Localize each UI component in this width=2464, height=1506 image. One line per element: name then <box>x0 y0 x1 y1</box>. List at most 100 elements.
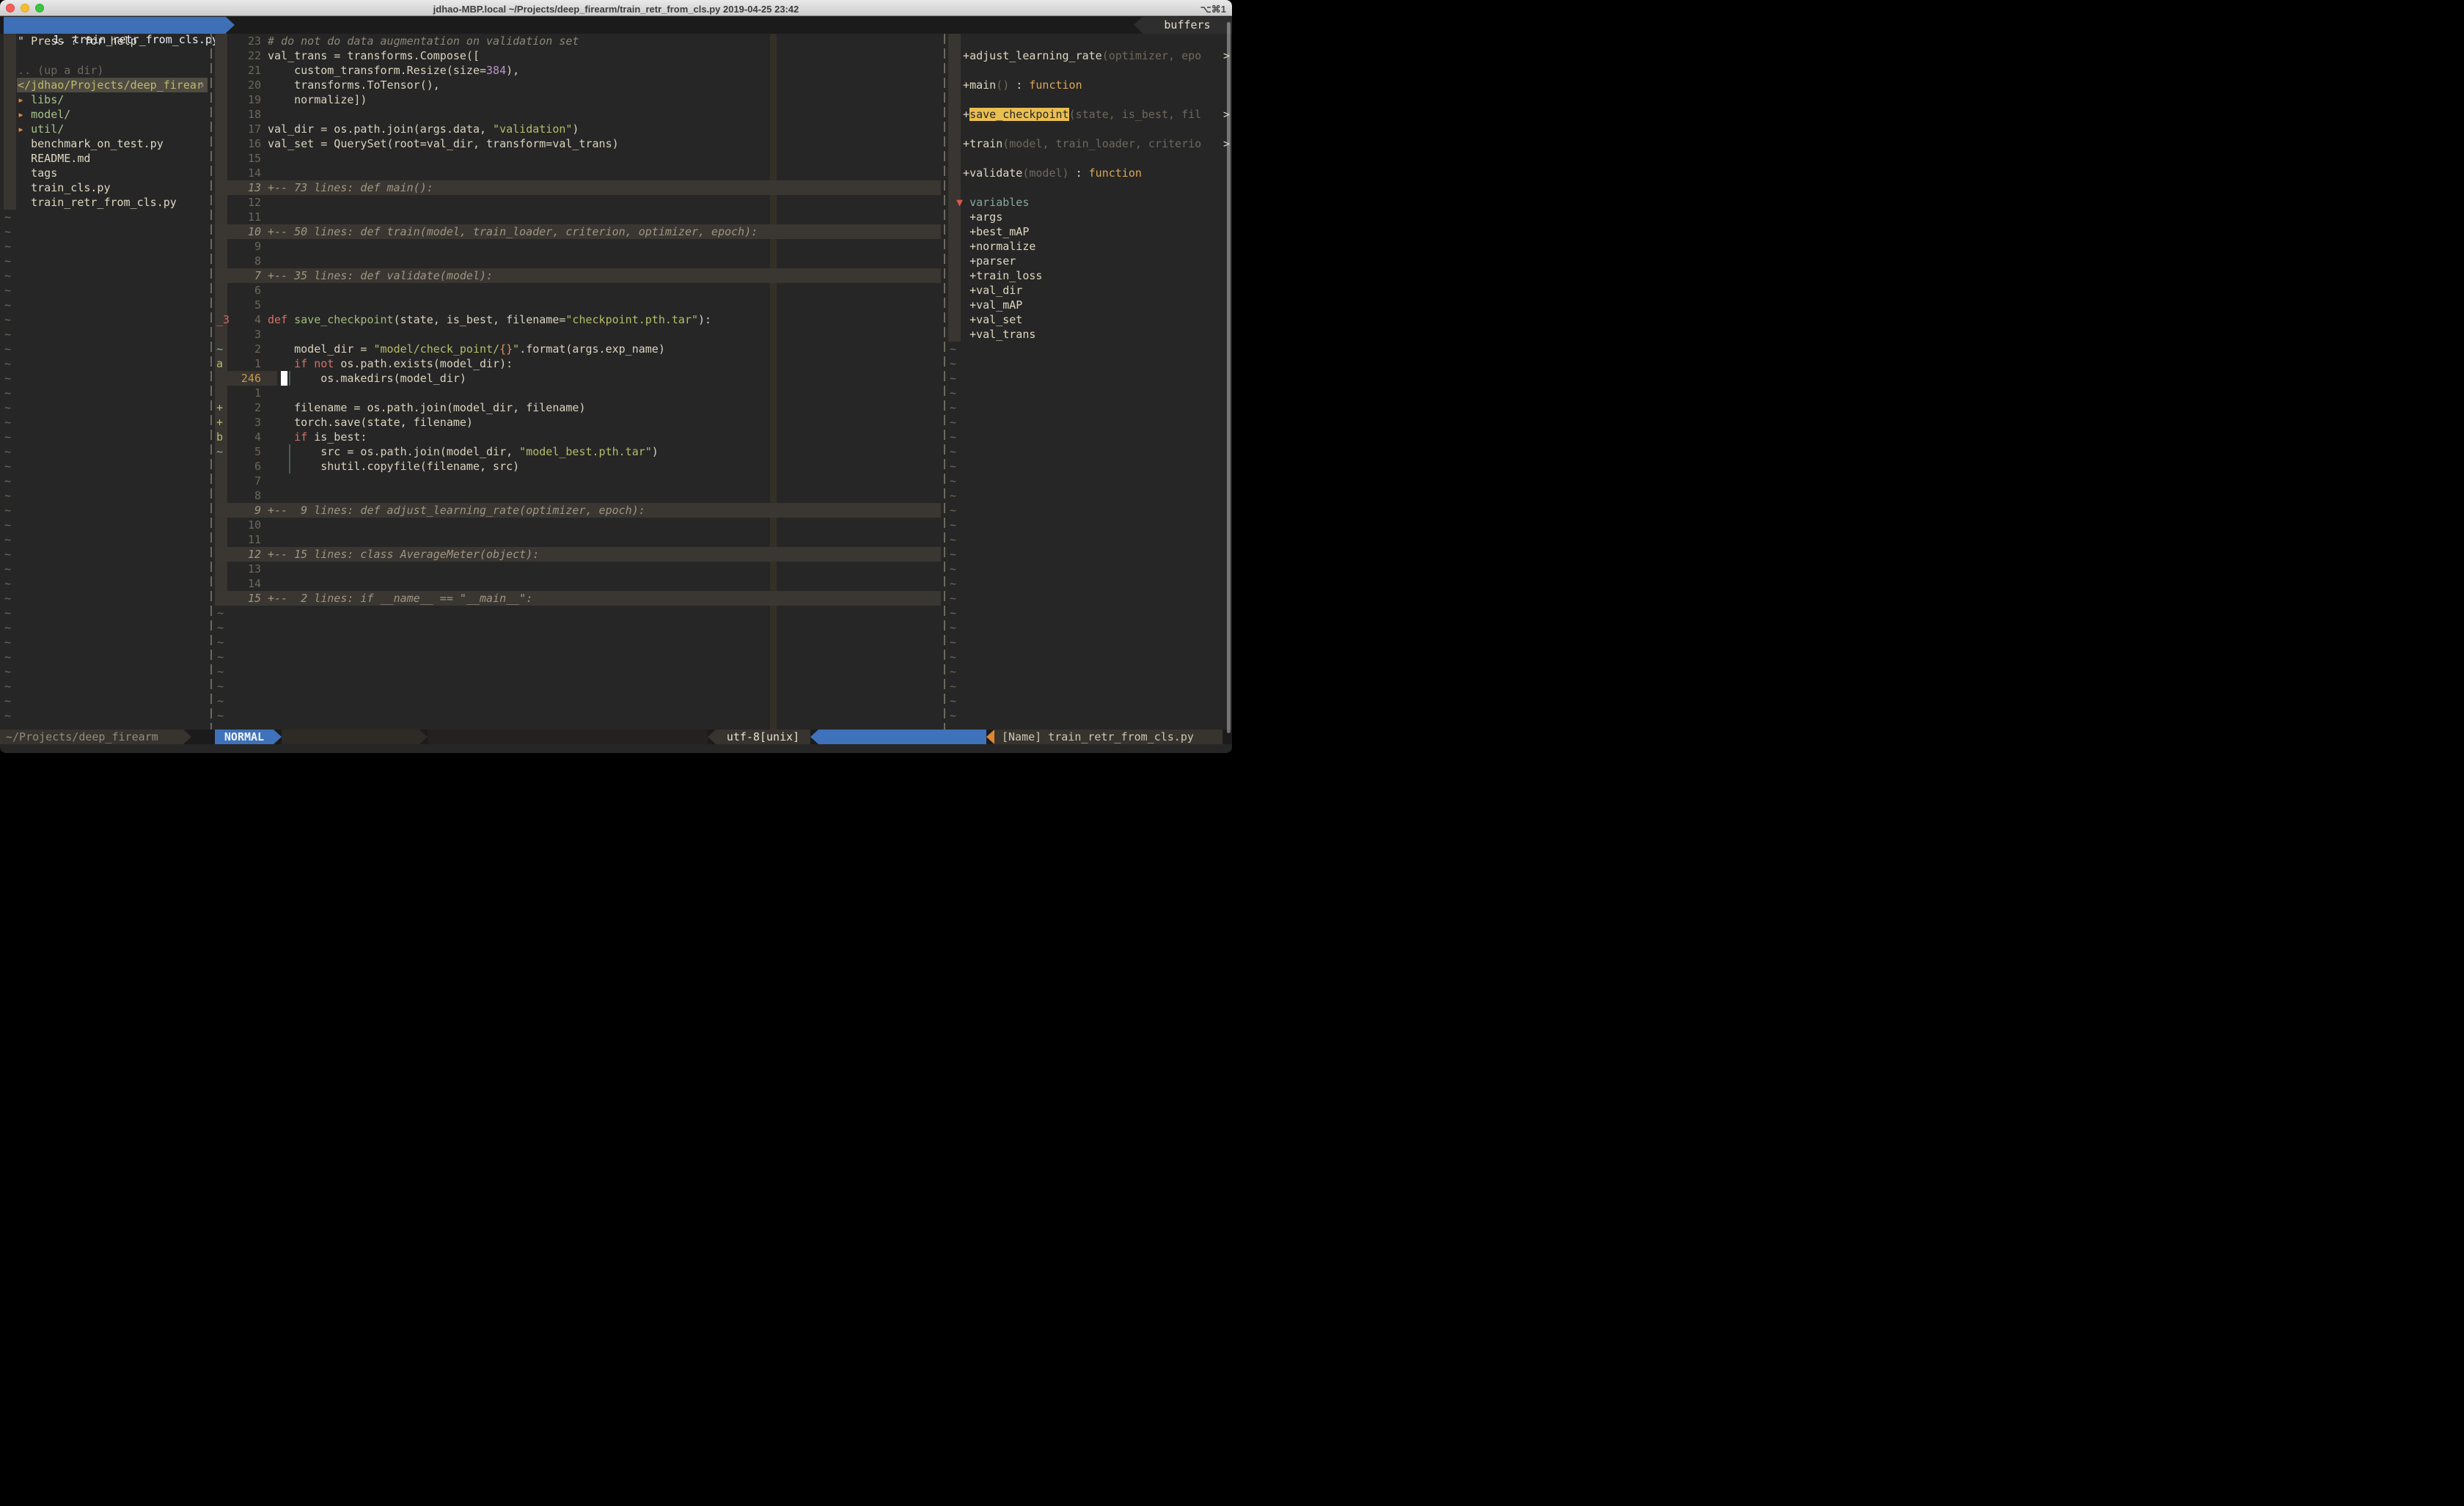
empty-line-tilde: ~ <box>948 620 1232 635</box>
empty-line-tilde: ~ <box>948 356 1232 371</box>
code-line[interactable]: 11 <box>215 210 941 224</box>
tagbar-item[interactable]: +adjust_learning_rate(optimizer, epo> <box>948 48 1232 63</box>
empty-line-tilde: ~ <box>948 679 1232 694</box>
tab-train-retr-from-cls[interactable]: 1. train_retr_from_cls.py <box>4 17 226 34</box>
tagbar-item[interactable]: +main() : function <box>948 78 1232 92</box>
window-title: jdhao-MBP.local ~/Projects/deep_firearm/… <box>0 2 1232 17</box>
code-line[interactable]: 18 <box>215 107 941 122</box>
empty-line-tilde: ~ <box>0 708 208 723</box>
scrollbar-thumb[interactable] <box>1227 22 1231 733</box>
empty-line-tilde: ~ <box>948 488 1232 503</box>
tree-item[interactable]: benchmark_on_test.py <box>0 136 208 151</box>
code-line[interactable]: 5 <box>215 298 941 312</box>
tagbar-kind-header[interactable]: ▼ variables <box>948 195 1232 210</box>
code-line[interactable]: 19 normalize]) <box>215 92 941 107</box>
tree-item[interactable]: " Press ? for help <box>0 34 208 48</box>
empty-line-tilde: ~ <box>0 444 208 459</box>
empty-line-tilde: ~ <box>0 547 208 562</box>
tagbar-item[interactable]: +parser <box>948 254 1232 268</box>
code-line[interactable]: 17val_dir = os.path.join(args.data, "val… <box>215 122 941 136</box>
tree-item[interactable]: ▸ libs/ <box>0 92 208 107</box>
code-line[interactable]: 6 <box>215 283 941 298</box>
code-line[interactable]: 8 <box>215 488 941 503</box>
tagbar-item[interactable]: +save_checkpoint(state, is_best, fil> <box>948 107 1232 122</box>
folded-line[interactable]: 15+-- 2 lines: if __name__ == "__main__"… <box>215 591 941 606</box>
tree-item[interactable]: tags <box>0 166 208 180</box>
code-line[interactable]: 15 <box>215 151 941 166</box>
code-line[interactable]: 2~ model_dir = "model/check_point/{}".fo… <box>215 342 941 356</box>
code-editor[interactable]: 23# do not do data augmentation on valid… <box>215 34 941 730</box>
code-line[interactable]: 14 <box>215 576 941 591</box>
code-line[interactable]: 4_3def save_checkpoint(state, is_best, f… <box>215 312 941 327</box>
code-line[interactable]: 23# do not do data augmentation on valid… <box>215 34 941 48</box>
code-line[interactable]: 4b if is_best: <box>215 430 941 444</box>
warning-arrow-icon <box>986 730 994 744</box>
empty-line-tilde: ~ <box>948 694 1232 708</box>
tagbar-item[interactable]: +val_set <box>948 312 1232 327</box>
tagbar-item[interactable]: +val_trans <box>948 327 1232 342</box>
code-line[interactable]: 5~ src = os.path.join(model_dir, "model_… <box>215 444 941 459</box>
folded-line[interactable]: 13+-- 73 lines: def main(): <box>215 180 941 195</box>
window-separator-left[interactable] <box>208 34 215 730</box>
folded-line[interactable]: 7+-- 35 lines: def validate(model): <box>215 268 941 283</box>
code-line[interactable]: 12 <box>215 195 941 210</box>
tagbar-item[interactable]: +normalize <box>948 239 1232 254</box>
code-line[interactable]: 22val_trans = transforms.Compose([ <box>215 48 941 63</box>
nerdtree-statusline-path: ~/Projects/deep_firearm <box>0 730 183 744</box>
folded-line[interactable]: 10+-- 50 lines: def train(model, train_l… <box>215 224 941 239</box>
tagbar-item[interactable]: +val_mAP <box>948 298 1232 312</box>
code-line[interactable]: 9 <box>215 239 941 254</box>
gutter-sign: + <box>216 415 223 430</box>
code-line[interactable]: 7 <box>215 474 941 488</box>
tree-item[interactable]: README.md <box>0 151 208 166</box>
empty-line-tilde: ~ <box>948 591 1232 606</box>
folded-line[interactable]: 12+-- 15 lines: class AverageMeter(objec… <box>215 547 941 562</box>
tree-item[interactable]: ▸ model/ <box>0 107 208 122</box>
empty-line-tilde: ~ <box>948 444 1232 459</box>
code-line[interactable]: 6 shutil.copyfile(filename, src) <box>215 459 941 474</box>
code-line[interactable]: 10 <box>215 518 941 532</box>
tagbar-item[interactable]: +train_loss <box>948 268 1232 283</box>
tagbar-item[interactable]: +train(model, train_loader, criterio> <box>948 136 1232 151</box>
tree-root-item[interactable]: </jdhao/Projects/deep_firear› <box>0 78 208 92</box>
code-line[interactable]: 20 transforms.ToTensor(), <box>215 78 941 92</box>
tree-item[interactable]: .. (up a dir) <box>0 63 208 78</box>
empty-line-tilde: ~ <box>215 694 941 708</box>
code-line[interactable]: 8 <box>215 254 941 268</box>
code-line[interactable]: 3 <box>215 327 941 342</box>
empty-line-tilde: ~ <box>0 430 208 444</box>
tagbar-item[interactable]: +val_dir <box>948 283 1232 298</box>
code-line[interactable]: 1 <box>215 386 941 400</box>
tree-item[interactable]: train_retr_from_cls.py <box>0 195 208 210</box>
code-line[interactable]: 2+ filename = os.path.join(model_dir, fi… <box>215 400 941 415</box>
code-line[interactable]: 3+ torch.save(state, filename) <box>215 415 941 430</box>
tagbar-item[interactable]: +validate(model) : function <box>948 166 1232 180</box>
code-line[interactable]: 1a if not os.path.exists(model_dir): <box>215 356 941 371</box>
code-line[interactable]: 246 os.makedirs(model_dir) <box>215 371 941 386</box>
gutter-sign: + <box>216 400 223 415</box>
empty-line-tilde: ~ <box>215 679 941 694</box>
empty-line-tilde: ~ <box>948 708 1232 723</box>
powerline-arrow-icon <box>183 730 191 744</box>
code-line[interactable]: 13 <box>215 562 941 576</box>
empty-line-tilde: ~ <box>948 415 1232 430</box>
empty-line-tilde: ~ <box>0 356 208 371</box>
command-line[interactable] <box>0 744 1232 753</box>
empty-line-tilde: ~ <box>948 576 1232 591</box>
tagbar-item[interactable]: +best_mAP <box>948 224 1232 239</box>
code-line[interactable]: 16val_set = QuerySet(root=val_dir, trans… <box>215 136 941 151</box>
empty-line-tilde: ~ <box>215 708 941 723</box>
tree-item[interactable]: ▸ util/ <box>0 122 208 136</box>
empty-line-tilde: ~ <box>0 224 208 239</box>
tree-item[interactable]: train_cls.py <box>0 180 208 195</box>
buffers-label[interactable]: buffers <box>1143 17 1232 34</box>
code-line[interactable]: 11 <box>215 532 941 547</box>
window-separator-right[interactable] <box>941 34 948 730</box>
code-line[interactable]: 21 custom_transform.Resize(size=384), <box>215 63 941 78</box>
empty-line-tilde: ~ <box>215 606 941 620</box>
empty-line-tilde: ~ <box>948 518 1232 532</box>
empty-line-tilde: ~ <box>0 342 208 356</box>
tagbar-item[interactable]: +args <box>948 210 1232 224</box>
folded-line[interactable]: 9+-- 9 lines: def adjust_learning_rate(o… <box>215 503 941 518</box>
code-line[interactable]: 14 <box>215 166 941 180</box>
